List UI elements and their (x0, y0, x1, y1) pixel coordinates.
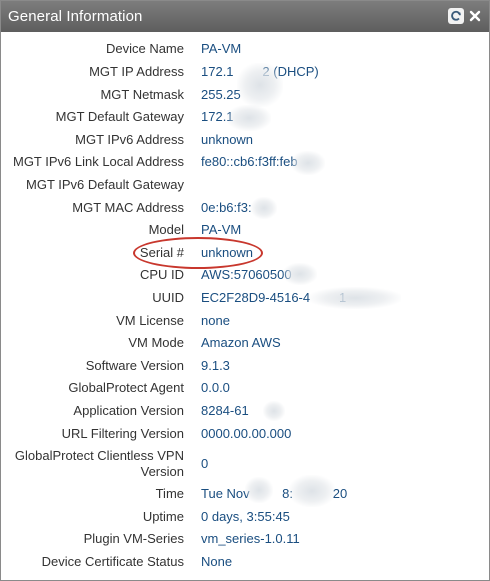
info-value: 0000.00.00.000 (201, 426, 292, 441)
info-label: MGT IPv6 Link Local Address (12, 154, 184, 169)
info-label: GlobalProtect Clientless VPN Version (14, 448, 184, 479)
info-value: unknown (201, 132, 254, 147)
info-value: PA-VM (201, 222, 242, 237)
info-value: AWS:57060500 (201, 267, 292, 282)
info-value: fe80::cb6:f3ff:feb (201, 154, 298, 169)
info-value: vm_series-1.0.11 (201, 531, 300, 546)
info-value: 172.1 2 (DHCP) (201, 64, 319, 79)
info-label: Uptime (142, 509, 184, 524)
info-value: Tue Nov 8: 20 (201, 486, 348, 501)
info-value: EC2F28D9-4516-4 1 (201, 290, 347, 305)
info-label: MGT IPv6 Default Gateway (26, 177, 184, 192)
info-value: Amazon AWS (201, 335, 281, 350)
redaction-blur (227, 105, 271, 131)
redaction-blur (251, 197, 277, 219)
info-value: 0 (201, 456, 209, 471)
info-label: Software Version (85, 358, 184, 373)
info-label: GlobalProtect Agent (68, 380, 184, 395)
info-value: unknown (201, 245, 254, 260)
general-information-panel: General Information Device Name PA-VM MG… (0, 0, 490, 581)
info-label: Plugin VM-Series (83, 531, 184, 546)
info-label: Serial # (139, 245, 184, 260)
info-label: Device Certificate Status (41, 554, 184, 569)
info-value: PA-VM (201, 41, 242, 56)
info-value: 9.1.3 (201, 358, 230, 373)
info-label: MGT IPv6 Address (75, 132, 184, 147)
info-label: UUID (152, 290, 184, 305)
info-label: VM Mode (128, 335, 184, 350)
info-label: MGT Netmask (100, 87, 184, 102)
info-value: 0 days, 3:55:45 (201, 509, 290, 524)
info-value: none (201, 313, 230, 328)
panel-titlebar: General Information (1, 1, 489, 32)
info-value: 8284-61 (201, 403, 249, 418)
info-label: CPU ID (139, 267, 184, 282)
info-label: MGT IP Address (89, 64, 184, 79)
info-value: 0.0.0 (201, 380, 230, 395)
info-value: 172.1 (201, 109, 234, 124)
info-label: Model (148, 222, 184, 237)
info-label: MGT MAC Address (72, 200, 184, 215)
info-label: Time (155, 486, 184, 501)
info-value: 0e:b6:f3: (201, 200, 252, 215)
info-label: Device Name (105, 41, 184, 56)
info-label: VM License (116, 313, 184, 328)
info-label: MGT Default Gateway (55, 109, 184, 124)
info-label: URL Filtering Version (61, 426, 184, 441)
redaction-blur (263, 401, 285, 421)
refresh-icon[interactable] (448, 8, 464, 24)
info-label: Application Version (73, 403, 184, 418)
close-icon[interactable] (467, 8, 483, 24)
info-value: 255.25 (201, 87, 241, 102)
info-value: None (201, 554, 233, 569)
panel-title: General Information (8, 8, 143, 25)
